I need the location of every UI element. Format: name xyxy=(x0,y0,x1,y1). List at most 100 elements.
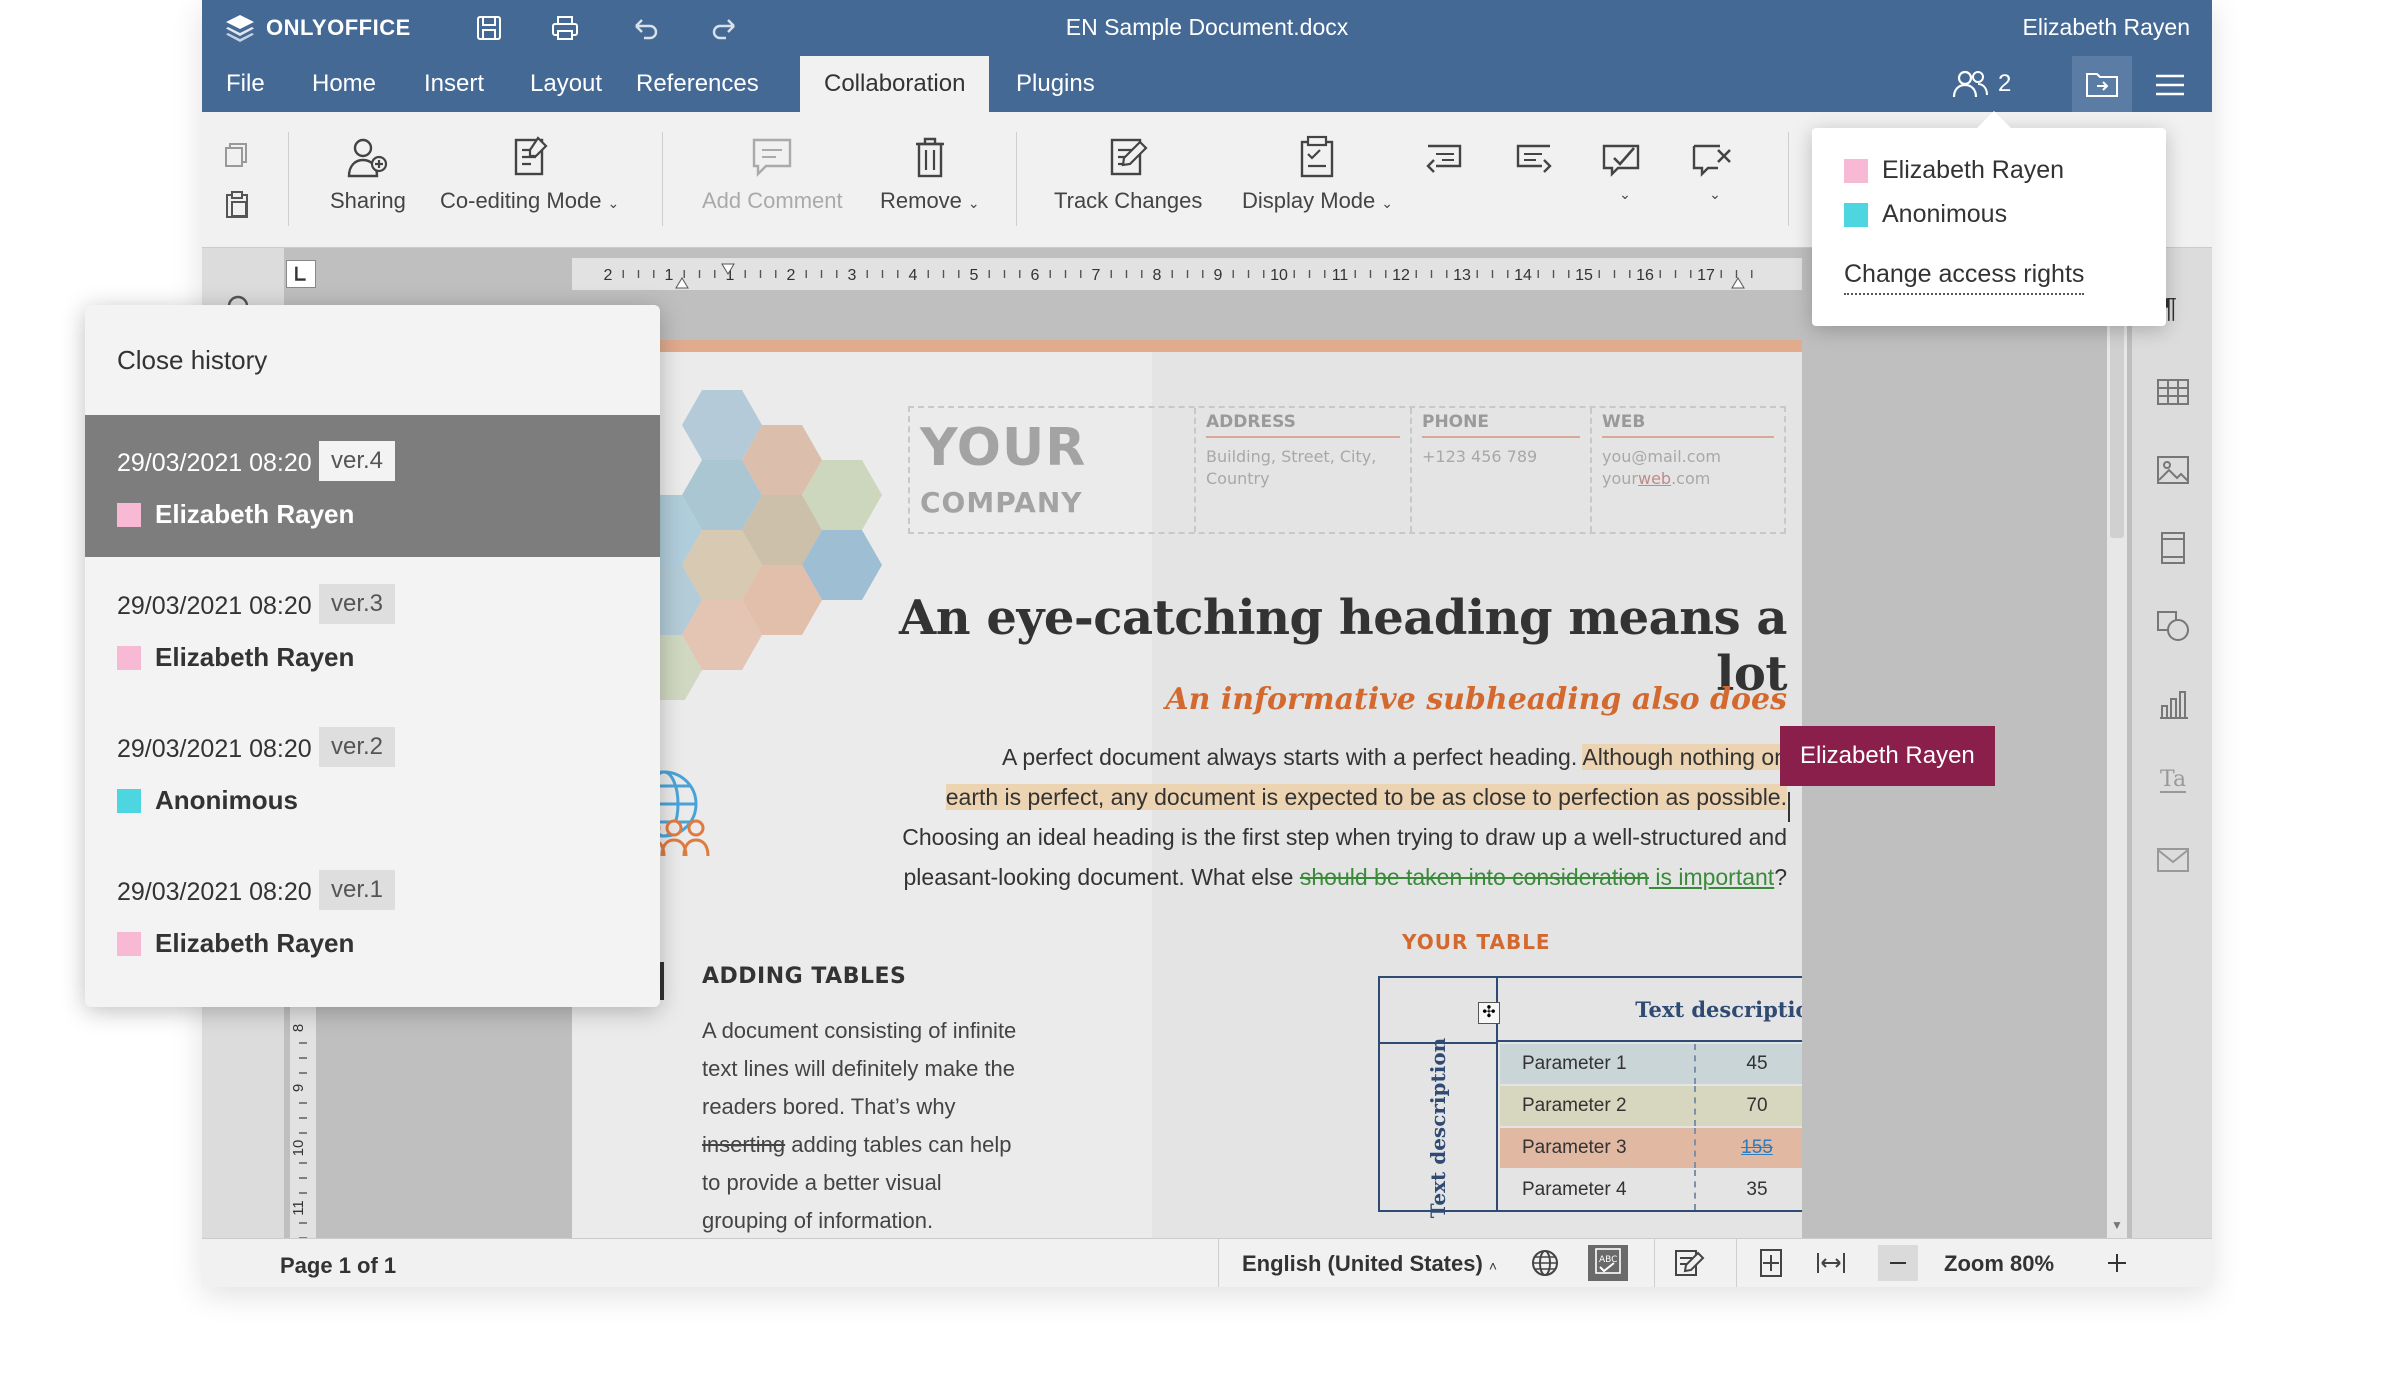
history-author: Elizabeth Rayen xyxy=(155,499,355,529)
scrollbar-thumb[interactable] xyxy=(2110,318,2124,538)
tab-insert[interactable]: Insert xyxy=(400,56,508,112)
table-header-cell[interactable]: Text description xyxy=(1496,978,1802,1042)
trash-icon xyxy=(915,137,944,178)
tracked-change-value: 155 xyxy=(1741,1137,1773,1158)
display-mode-button[interactable]: Display Mode ⌄ xyxy=(1242,134,1393,214)
vertical-scrollbar[interactable]: ▼ xyxy=(2107,248,2127,1238)
header-footer-settings-icon[interactable] xyxy=(2154,530,2192,566)
sub-heading: An informative subheading also does xyxy=(1165,682,1787,717)
author-color-swatch xyxy=(117,503,141,527)
zoom-in-button[interactable] xyxy=(2098,1245,2134,1281)
document-language-globe-icon[interactable] xyxy=(1528,1247,1562,1279)
table-row[interactable]: Parameter 1455 xyxy=(1500,1044,1802,1084)
ruler-tick-label: 16 xyxy=(1636,267,1654,284)
table-row[interactable]: Parameter 4355 xyxy=(1500,1170,1802,1210)
image-settings-icon[interactable] xyxy=(2154,452,2192,488)
tab-layout[interactable]: Layout xyxy=(506,56,626,112)
copy-icon[interactable] xyxy=(222,140,252,170)
open-location-button[interactable] xyxy=(2072,56,2132,112)
users-button[interactable]: 2 xyxy=(1952,64,2011,104)
table-move-handle-icon[interactable]: ✣ xyxy=(1478,1002,1500,1024)
spell-check-button[interactable]: ABC xyxy=(1588,1245,1628,1281)
coediting-label: Co-editing Mode xyxy=(440,188,602,213)
adding-line-4: inserting adding tables can help xyxy=(702,1132,1012,1157)
scroll-down-icon[interactable]: ▼ xyxy=(2111,1218,2123,1232)
ruler-tick-label: 10 xyxy=(1270,267,1288,284)
previous-change-icon[interactable] xyxy=(1422,142,1466,184)
table-row[interactable]: Parameter 31555 xyxy=(1500,1128,1802,1168)
tab-collaboration[interactable]: Collaboration xyxy=(800,56,990,112)
phone-label: PHONE xyxy=(1422,412,1580,438)
version-history-panel: Close history 29/03/2021 08:20 ver.4 Eli… xyxy=(85,305,660,1007)
statusbar-separator xyxy=(1218,1239,1219,1287)
history-author: Elizabeth Rayen xyxy=(155,642,355,672)
track-changes-status-icon[interactable] xyxy=(1672,1247,1706,1279)
history-version-badge: ver.3 xyxy=(319,584,396,624)
sharing-label: Sharing xyxy=(330,188,406,213)
tab-stop-selector[interactable] xyxy=(286,260,316,288)
zoom-out-button[interactable] xyxy=(1878,1245,1918,1281)
ruler-tick-label: 17 xyxy=(1697,267,1715,284)
close-history-button[interactable]: Close history xyxy=(117,345,267,376)
text-art-settings-icon[interactable]: Ta xyxy=(2154,762,2192,798)
track-changes-icon xyxy=(1110,138,1148,176)
fit-width-icon[interactable] xyxy=(1814,1247,1848,1279)
track-changes-button[interactable]: Track Changes xyxy=(1054,134,1202,214)
reject-change-button[interactable]: ⌄ xyxy=(1690,142,1734,203)
ruler-tick-label: 14 xyxy=(1514,267,1532,284)
table-settings-icon[interactable] xyxy=(2154,374,2192,410)
ruler-tick-label: 4 xyxy=(909,267,918,284)
inserted-text: is important xyxy=(1648,864,1775,890)
adding-line-2: text lines will definitely make the xyxy=(702,1056,1016,1081)
title-bar: ONLYOFFICE EN Sample Document.docx Eliza… xyxy=(202,0,2212,56)
add-comment-button[interactable]: Add Comment xyxy=(702,134,843,214)
language-selector[interactable]: English (United States) ˄ xyxy=(1242,1251,1497,1277)
tab-file[interactable]: File xyxy=(202,56,289,112)
ruler-tick-label: 3 xyxy=(848,267,857,284)
change-access-rights-link[interactable]: Change access rights xyxy=(1844,260,2085,295)
phone-value: +123 456 789 xyxy=(1422,447,1538,466)
folder-icon xyxy=(2086,73,2118,97)
right-sidebar: ¶ Ta xyxy=(2132,248,2212,1238)
accept-change-button[interactable]: ⌄ xyxy=(1600,142,1644,203)
ruler-tick-label: 6 xyxy=(1031,267,1040,284)
horizontal-ruler[interactable]: 2 1 1 2 3 4 5 6 7 8 9 10 11 12 13 14 15 16 17 xyxy=(572,258,1802,290)
ruler-tick-label: 11 xyxy=(290,1200,307,1216)
paste-icon[interactable] xyxy=(222,190,252,220)
accept-caret-icon: ⌄ xyxy=(1619,186,1631,202)
remove-label: Remove xyxy=(880,188,962,213)
adding-tables-title: ADDING TABLES xyxy=(702,964,907,989)
toolbar-separator xyxy=(1788,132,1789,226)
history-version-badge: ver.4 xyxy=(319,441,396,481)
fit-page-icon[interactable] xyxy=(1754,1247,1788,1279)
toolbar-separator xyxy=(1016,132,1017,226)
page-count[interactable]: Page 1 of 1 xyxy=(280,1253,396,1279)
language-caret-icon: ˄ xyxy=(1488,1258,1498,1274)
history-item-ver1[interactable]: 29/03/2021 08:20 ver.1 Elizabeth Rayen xyxy=(85,844,660,986)
tab-home[interactable]: Home xyxy=(288,56,400,112)
shape-settings-icon[interactable] xyxy=(2154,608,2192,644)
display-mode-icon xyxy=(1300,135,1333,178)
hamburger-menu-icon[interactable] xyxy=(2152,70,2188,100)
document-page[interactable]: YOUR COMPANY ADDRESS Building, Street, C… xyxy=(572,340,1802,1238)
tab-references[interactable]: References xyxy=(612,56,783,112)
parameter-table[interactable]: Text description Text description Parame… xyxy=(1378,976,1802,1218)
mail-merge-icon[interactable] xyxy=(2154,842,2192,878)
next-change-icon[interactable] xyxy=(1512,142,1556,184)
sharing-button[interactable]: Sharing xyxy=(330,134,406,214)
coediting-mode-button[interactable]: Co-editing Mode ⌄ xyxy=(440,134,619,214)
author-color-swatch xyxy=(117,646,141,670)
history-item-ver4[interactable]: 29/03/2021 08:20 ver.4 Elizabeth Rayen xyxy=(85,415,660,557)
remove-comments-button[interactable]: Remove ⌄ xyxy=(880,134,980,214)
table-side-cell[interactable]: Text description xyxy=(1380,1038,1496,1218)
chart-settings-icon[interactable] xyxy=(2154,686,2192,722)
adding-line-6: grouping of information. xyxy=(702,1208,934,1233)
history-item-ver3[interactable]: 29/03/2021 08:20 ver.3 Elizabeth Rayen xyxy=(85,558,660,700)
zoom-level[interactable]: Zoom 80% xyxy=(1944,1251,2054,1277)
tab-plugins[interactable]: Plugins xyxy=(992,56,1119,112)
table-row[interactable]: Parameter 27010 xyxy=(1500,1086,1802,1126)
display-mode-label: Display Mode xyxy=(1242,188,1376,213)
users-popup: Elizabeth Rayen Anonimous Change access … xyxy=(1812,128,2166,326)
toolbar-separator xyxy=(662,132,663,226)
history-item-ver2[interactable]: 29/03/2021 08:20 ver.2 Anonimous xyxy=(85,701,660,843)
